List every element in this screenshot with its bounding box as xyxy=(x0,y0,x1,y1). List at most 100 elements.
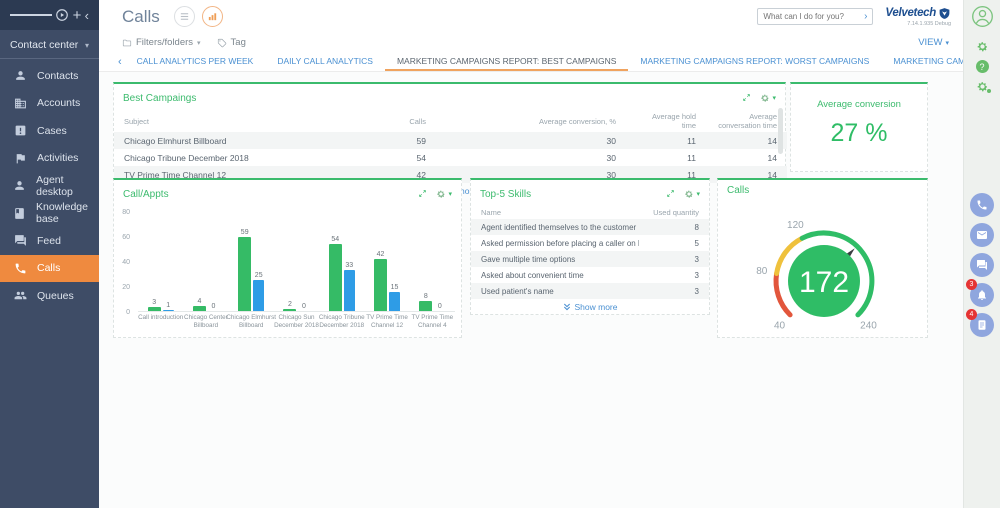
cell-skill-name: Agent identified themselves to the custo… xyxy=(481,222,637,232)
add-icon[interactable]: + xyxy=(73,8,82,23)
bar-calls xyxy=(147,307,161,311)
sidebar-item-label: Activities xyxy=(37,152,79,165)
mail-button[interactable] xyxy=(970,223,994,247)
column-header-conversion[interactable]: Average conversion, % xyxy=(436,110,626,132)
bar-value-label: 4 xyxy=(197,298,202,305)
tab-daily-call-analytics[interactable]: DAILY CALL ANALYTICS xyxy=(265,52,385,71)
chevron-down-icon: ▾ xyxy=(945,39,949,47)
search-input[interactable] xyxy=(763,12,862,21)
brand-version: 7.14.1.935 Debug xyxy=(907,20,951,27)
widget-settings-button[interactable]: ▾ xyxy=(760,93,776,103)
column-header-conversation[interactable]: Average conversation time xyxy=(706,110,787,132)
bar-appts xyxy=(253,279,265,311)
search-submit-icon[interactable]: › xyxy=(864,11,867,22)
assistant-search: › xyxy=(757,8,874,25)
tag-button[interactable]: Tag xyxy=(217,37,246,48)
column-header-subject[interactable]: Subject xyxy=(114,110,366,132)
sidebar-item-contacts[interactable]: Contacts xyxy=(0,62,99,90)
cell-skill-name: Gave multiple time options xyxy=(481,254,576,264)
gear-icon xyxy=(437,190,446,198)
chart-view-button[interactable] xyxy=(201,6,223,27)
table-row[interactable]: Asked about convenient time 3 xyxy=(471,267,709,283)
table-row[interactable]: Gave multiple time options 3 xyxy=(471,251,709,267)
table-row[interactable]: Asked permission before placing a caller… xyxy=(471,235,709,251)
bar-value-label: 1 xyxy=(166,301,171,309)
tab-marketing-worst-campaigns-1[interactable]: MARKETING CAMPAIGNS REPORT: WORST CAMPAI… xyxy=(628,52,881,71)
column-header-used-quantity[interactable]: Used quantity xyxy=(639,206,709,219)
sidebar-item-accounts[interactable]: Accounts xyxy=(0,90,99,118)
tab-call-analytics-per-week[interactable]: CALL ANALYTICS PER WEEK xyxy=(125,52,266,71)
sidebar-item-agent-desktop[interactable]: Agent desktop xyxy=(0,172,99,200)
case-exclamation-icon xyxy=(13,124,27,138)
expand-widget-icon[interactable] xyxy=(742,89,751,107)
calls-gauge: 40 80 120 240 172 xyxy=(756,220,877,332)
y-axis-tick: 40 xyxy=(122,259,130,266)
tab-marketing-best-campaigns[interactable]: MARKETING CAMPAIGNS REPORT: BEST CAMPAIG… xyxy=(384,52,629,71)
top-skills-table: Name Used quantity Agent identified them… xyxy=(471,206,709,299)
sidebar-item-label: Feed xyxy=(37,234,61,247)
sidebar-item-label: Contacts xyxy=(37,69,79,82)
chevron-down-icon: ▾ xyxy=(84,40,89,50)
note-icon xyxy=(978,320,986,330)
cell-conversion: 30 xyxy=(606,135,616,146)
hamburger-menu-icon[interactable] xyxy=(10,12,52,18)
column-header-calls[interactable]: Calls xyxy=(366,110,436,132)
tabs-scroll-left-icon[interactable]: ‹ xyxy=(115,56,125,68)
column-header-hold[interactable]: Average hold time xyxy=(626,110,706,132)
view-menu[interactable]: VIEW ▾ xyxy=(918,37,949,48)
bar-value-label: 2 xyxy=(288,300,292,308)
sidebar-item-feed[interactable]: Feed xyxy=(0,227,99,255)
show-more-label: Show more xyxy=(574,302,618,312)
sidebar-item-queues[interactable]: Queues xyxy=(0,282,99,310)
expand-widget-icon[interactable] xyxy=(418,185,427,203)
table-row[interactable]: Chicago Tribune December 2018 54 30 11 1… xyxy=(114,149,787,166)
table-row[interactable]: Used patient's name 3 xyxy=(471,283,709,299)
campaign-link[interactable]: Chicago Tribune December 2018 xyxy=(114,149,366,166)
topbar: Calls › Velvetech 7.14.1.935 Debug xyxy=(99,0,963,33)
table-row[interactable]: Agent identified themselves to the custo… xyxy=(471,219,709,235)
collapse-sidebar-icon[interactable]: ‹ xyxy=(85,9,89,22)
notifications-button[interactable]: 3 xyxy=(966,279,994,307)
cell-calls: 54 xyxy=(416,152,426,163)
services-gears-icon[interactable] xyxy=(976,80,991,93)
bar-group: 59 25 Chicago Elmhurst Billboard xyxy=(226,212,276,329)
sidebar-item-knowledge-base[interactable]: Knowledge base xyxy=(0,200,99,228)
phone-icon xyxy=(13,261,27,275)
sidebar-item-cases[interactable]: Cases xyxy=(0,117,99,145)
list-view-button[interactable] xyxy=(173,6,195,27)
widget-settings-button[interactable]: ▾ xyxy=(436,189,452,199)
chat-button[interactable] xyxy=(970,253,994,277)
table-row[interactable]: Chicago Elmhurst Billboard 59 30 11 14 xyxy=(114,132,787,149)
campaign-link[interactable]: Chicago Elmhurst Billboard xyxy=(114,132,366,149)
cell-skill-qty: 3 xyxy=(694,270,699,280)
bar-value-label: 59 xyxy=(240,229,249,237)
user-avatar[interactable] xyxy=(971,5,994,33)
bar-group: 4 0 Chicago Center Billboard xyxy=(183,212,228,329)
bar-value-label: 42 xyxy=(376,250,385,258)
building-icon xyxy=(13,96,27,110)
gauge-tick-label: 240 xyxy=(860,321,877,332)
sidebar-item-activities[interactable]: Activities xyxy=(0,145,99,173)
module-selector[interactable]: Contact center ▾ xyxy=(0,30,99,59)
settings-gear-icon[interactable] xyxy=(976,40,989,53)
bar-calls xyxy=(374,258,388,311)
show-more-button[interactable]: Show more xyxy=(471,299,709,315)
sidebar-item-calls[interactable]: Calls xyxy=(0,254,99,282)
book-icon xyxy=(13,206,26,220)
bar-group: 2 0 Chicago Sun December 2018 xyxy=(274,212,319,329)
sidebar-item-label: Cases xyxy=(37,124,67,137)
help-icon[interactable]: ? xyxy=(975,60,989,73)
table-scrollbar[interactable] xyxy=(778,108,783,154)
notes-button[interactable]: 4 xyxy=(966,309,994,337)
call-button[interactable] xyxy=(970,193,994,217)
cell-skill-name: Asked about convenient time xyxy=(481,270,584,280)
sidebar-item-label: Agent desktop xyxy=(36,173,73,198)
play-circle-icon[interactable] xyxy=(55,8,69,22)
column-header-name[interactable]: Name xyxy=(471,206,639,219)
filters-folders-button[interactable]: Filters/folders ▾ xyxy=(122,37,201,48)
chat-bubbles-icon xyxy=(977,260,987,270)
widget-settings-button[interactable]: ▾ xyxy=(684,189,700,199)
right-rail: ? 3 4 xyxy=(963,0,1000,508)
expand-widget-icon[interactable] xyxy=(666,185,675,203)
kpi-title: Average conversion xyxy=(817,99,901,110)
